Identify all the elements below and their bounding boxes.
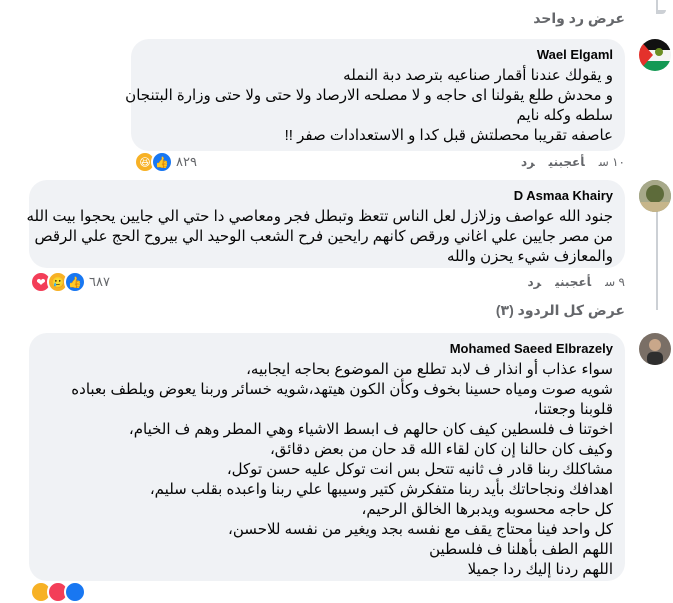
like-button[interactable]: أعجبني [549,155,585,169]
comment-author[interactable]: D Asmaa Khairy [41,188,613,204]
comment-text-line: و محدش طلع يقولنا اى حاجه و لا مصلحه الا… [125,87,613,104]
comment-text-line: و يقولك عندنا أقمار صناعيه بترصد دبة الن… [343,67,613,84]
avatar[interactable] [639,180,671,212]
person-avatar-icon [639,333,671,365]
comment-bubble: D Asmaa Khairy جنود الله عواصف وزلازل لع… [26,180,625,268]
comment-text-line: من مصر جايين علي اغاني ورقص كانهم رايحين… [34,228,613,245]
comment-text-line: سلطه وكله نايم [516,107,613,124]
comment-text-line: قلوبنا وجعتنا، [533,401,613,418]
comment-text-line: جنود الله عواصف وزلازل لعل الناس تتعظ وت… [26,208,613,225]
comment-text-line: عاصفه تقريبا محصلتش قبل كدا و الاستعدادا… [284,127,613,144]
like-reaction-icon [64,581,86,603]
view-one-reply-link[interactable]: عرض رد واحد [533,10,625,27]
like-reaction-icon: 👍 [151,151,173,173]
comment-text-line: اللهم ردنا إليك ردا جميلا [467,561,613,578]
palestine-flag-avatar-icon [639,39,671,71]
reaction-summary[interactable]: 😆 👍 ٨٢٩ [134,151,197,173]
reaction-summary[interactable] [30,581,86,603]
comment-bubble: Mohamed Saeed Elbrazely سواء عذاب أو انذ… [29,333,625,581]
comment-text-line: كل حاجه محسوبه ويدبرها الخالق الرحيم، [361,501,614,518]
comment-bubble: Wael Elgaml و يقولك عندنا أقمار صناعيه ب… [125,39,625,151]
comment-author[interactable]: Mohamed Saeed Elbrazely [41,341,613,357]
comment-actions: ١٠ س أعجبني رد [507,155,625,169]
reaction-summary[interactable]: ❤ 🥲 👍 ٦٨٧ [30,271,110,293]
view-all-replies-link[interactable]: عرض كل الردود (٣) [496,302,625,319]
comment-actions: ٩ س أعجبني رد [513,275,625,289]
comment-time[interactable]: ٩ س [605,275,625,289]
reaction-count: ٨٢٩ [176,154,197,169]
avatar[interactable] [639,333,671,365]
reply-button[interactable]: رد [527,275,541,289]
comment-text-line: سواء عذاب أو انذار ف لابد تطلع من الموضو… [246,361,613,378]
comment-text-line: شويه صوت ومياه حسينا بخوف وكأن الكون هيت… [71,381,613,398]
comment-text-line: كل واحد فينا محتاج يقف مع نفسه بجد ويغير… [228,521,613,538]
comment-text-line: اللهم الطف بأهلنا ف فلسطين [429,541,613,558]
thread-line [656,10,666,14]
comment-text-line: والمعازف شيء يحزن والله [446,248,613,265]
reply-button[interactable]: رد [521,155,535,169]
comment-text-line: اخوتنا ف فلسطين كيف كان حالهم ف ابسط الا… [128,421,613,438]
comment-text-line: اهدافك ونجاحاتك بأيد ربنا متفكرش كتير وس… [149,481,613,498]
comment-time[interactable]: ١٠ س [599,155,625,169]
reaction-count: ٦٨٧ [89,274,110,289]
comment-author[interactable]: Wael Elgaml [143,47,613,63]
landscape-avatar-icon [639,180,671,212]
comment-text-line: مشاكلك ربنا قادر ف ثانيه تتحل بس انت توك… [226,461,613,478]
like-button[interactable]: أعجبني [555,275,591,289]
comment-text-line: وكيف كان حالنا إن كان لقاء الله قد حان م… [269,441,613,458]
avatar[interactable] [639,39,671,71]
like-reaction-icon: 👍 [64,271,86,293]
